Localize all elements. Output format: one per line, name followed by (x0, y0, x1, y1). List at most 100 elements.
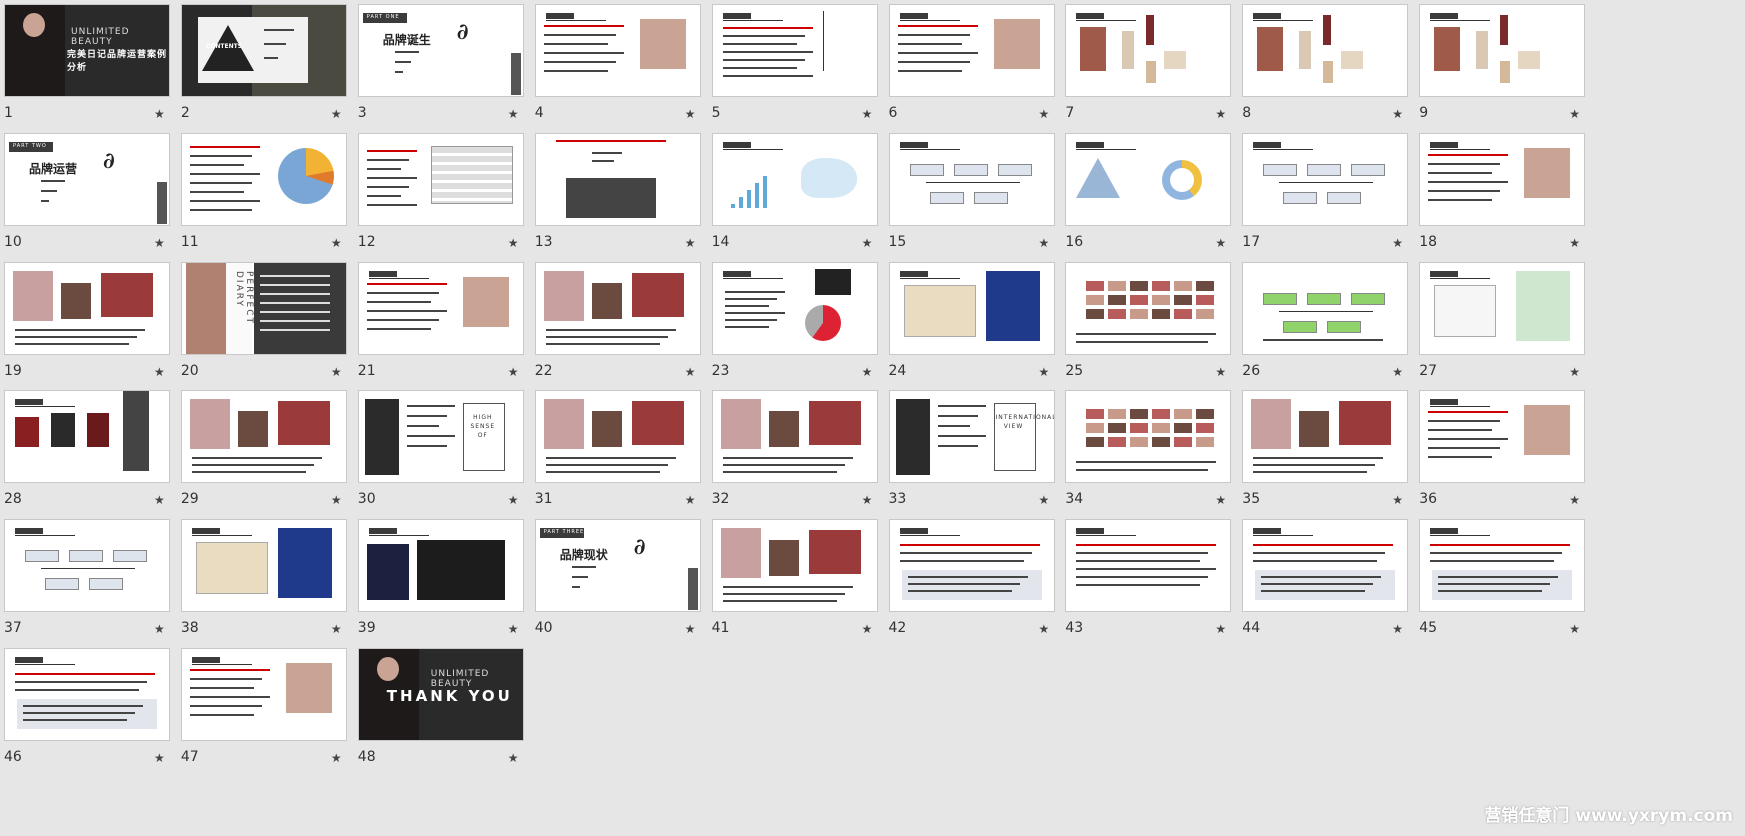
star-icon[interactable]: ★ (331, 493, 342, 507)
slide-thumbnail[interactable] (1242, 390, 1409, 484)
star-icon[interactable]: ★ (1569, 365, 1580, 379)
star-icon[interactable]: ★ (508, 236, 519, 250)
slide-thumbnail[interactable]: CONTENTS (180, 4, 347, 97)
star-icon[interactable]: ★ (1569, 236, 1580, 250)
star-icon[interactable]: ★ (862, 622, 873, 636)
slide-thumbnail[interactable] (1065, 261, 1232, 355)
star-icon[interactable]: ★ (508, 751, 519, 765)
slide-thumbnail[interactable] (888, 132, 1055, 226)
star-icon[interactable]: ★ (154, 493, 165, 507)
slide-thumbnail[interactable]: INTERNATIONAL VIEW (888, 390, 1055, 484)
slide-thumbnail[interactable] (357, 261, 524, 355)
slide-thumbnail[interactable] (1242, 519, 1409, 613)
star-icon[interactable]: ★ (331, 751, 342, 765)
star-icon[interactable]: ★ (508, 493, 519, 507)
slide-thumbnail[interactable] (180, 390, 347, 484)
star-icon[interactable]: ★ (1569, 107, 1580, 121)
star-icon[interactable]: ★ (862, 365, 873, 379)
slide-thumbnail[interactable] (180, 132, 347, 226)
slide-thumbnail[interactable] (534, 390, 701, 484)
star-icon[interactable]: ★ (331, 365, 342, 379)
star-icon[interactable]: ★ (508, 107, 519, 121)
slide-thumbnail[interactable] (1065, 4, 1232, 97)
slide-thumbnail[interactable] (534, 4, 701, 97)
slide-thumbnail[interactable] (1419, 261, 1586, 355)
slide-thumbnail[interactable] (1419, 132, 1586, 226)
text-line (722, 464, 845, 467)
slide-thumbnail[interactable] (711, 4, 878, 97)
star-icon[interactable]: ★ (1392, 236, 1403, 250)
star-icon[interactable]: ★ (1215, 493, 1226, 507)
text-line (1430, 552, 1563, 555)
slide-thumbnail[interactable] (357, 132, 524, 226)
slide-thumbnail[interactable] (1419, 519, 1586, 613)
slide-thumbnail[interactable] (1242, 132, 1409, 226)
slide-thumbnail[interactable] (357, 519, 524, 613)
star-icon[interactable]: ★ (685, 493, 696, 507)
star-icon[interactable]: ★ (508, 365, 519, 379)
star-icon[interactable]: ★ (1039, 622, 1050, 636)
slide-thumbnail[interactable]: HIGH SENSE OF (357, 390, 524, 484)
slide-thumbnail[interactable] (1242, 261, 1409, 355)
slide-thumbnail[interactable] (711, 519, 878, 613)
star-icon[interactable]: ★ (862, 236, 873, 250)
star-icon[interactable]: ★ (862, 107, 873, 121)
star-icon[interactable]: ★ (1392, 107, 1403, 121)
star-icon[interactable]: ★ (154, 751, 165, 765)
star-icon[interactable]: ★ (1569, 622, 1580, 636)
slide-thumbnail[interactable] (711, 132, 878, 226)
star-icon[interactable]: ★ (862, 493, 873, 507)
star-icon[interactable]: ★ (154, 107, 165, 121)
slide-thumbnail[interactable]: PART TWO 品牌运营 ∂ (4, 132, 170, 226)
star-icon[interactable]: ★ (1215, 365, 1226, 379)
slide-thumbnail[interactable] (888, 4, 1055, 97)
star-icon[interactable]: ★ (1392, 622, 1403, 636)
slide-thumbnail[interactable]: PART THREE 品牌现状 ∂ (534, 519, 701, 613)
slide-thumbnail[interactable] (888, 261, 1055, 355)
star-icon[interactable]: ★ (154, 365, 165, 379)
star-icon[interactable]: ★ (1039, 493, 1050, 507)
slide-thumbnail[interactable] (4, 648, 170, 741)
text-line (15, 342, 129, 345)
star-icon[interactable]: ★ (1392, 365, 1403, 379)
star-icon[interactable]: ★ (331, 107, 342, 121)
slide-thumbnail[interactable] (1419, 390, 1586, 484)
slide-thumbnail[interactable] (4, 261, 170, 355)
star-icon[interactable]: ★ (685, 107, 696, 121)
star-icon[interactable]: ★ (508, 622, 519, 636)
star-icon[interactable]: ★ (1569, 493, 1580, 507)
slide-thumbnail[interactable] (1242, 4, 1409, 97)
star-icon[interactable]: ★ (154, 236, 165, 250)
slide-thumbnail[interactable] (534, 132, 701, 226)
star-icon[interactable]: ★ (331, 236, 342, 250)
slide-thumbnail[interactable] (1419, 4, 1586, 97)
slide-thumbnail[interactable] (534, 261, 701, 355)
slide-thumbnail[interactable] (180, 519, 347, 613)
star-icon[interactable]: ★ (1039, 236, 1050, 250)
slide-thumbnail[interactable] (1065, 519, 1232, 613)
star-icon[interactable]: ★ (154, 622, 165, 636)
slide-thumbnail[interactable] (711, 390, 878, 484)
star-icon[interactable]: ★ (1039, 107, 1050, 121)
slide-thumbnail[interactable] (1065, 132, 1232, 226)
star-icon[interactable]: ★ (685, 622, 696, 636)
slide-thumbnail[interactable] (1065, 390, 1232, 484)
star-icon[interactable]: ★ (685, 365, 696, 379)
slide-thumbnail[interactable] (4, 519, 170, 613)
star-icon[interactable]: ★ (1215, 107, 1226, 121)
star-icon[interactable]: ★ (1039, 365, 1050, 379)
slide-thumbnail[interactable]: UNLIMITED BEAUTY THANK YOU (357, 648, 524, 741)
star-icon[interactable]: ★ (1215, 236, 1226, 250)
star-icon[interactable]: ★ (685, 236, 696, 250)
slide-thumbnail[interactable]: PART ONE 品牌诞生 ∂ (357, 4, 524, 97)
slide-thumbnail[interactable] (180, 648, 347, 741)
slide-thumbnail[interactable] (4, 390, 170, 484)
text-line (1261, 583, 1374, 586)
slide-thumbnail[interactable] (888, 519, 1055, 613)
star-icon[interactable]: ★ (1392, 493, 1403, 507)
star-icon[interactable]: ★ (331, 622, 342, 636)
slide-thumbnail[interactable]: UNLIMITED BEAUTY 完美日记品牌运营案例分析 (4, 4, 170, 97)
star-icon[interactable]: ★ (1215, 622, 1226, 636)
slide-thumbnail[interactable] (711, 261, 878, 355)
slide-thumbnail[interactable]: PERFECT DIARY (180, 261, 347, 355)
